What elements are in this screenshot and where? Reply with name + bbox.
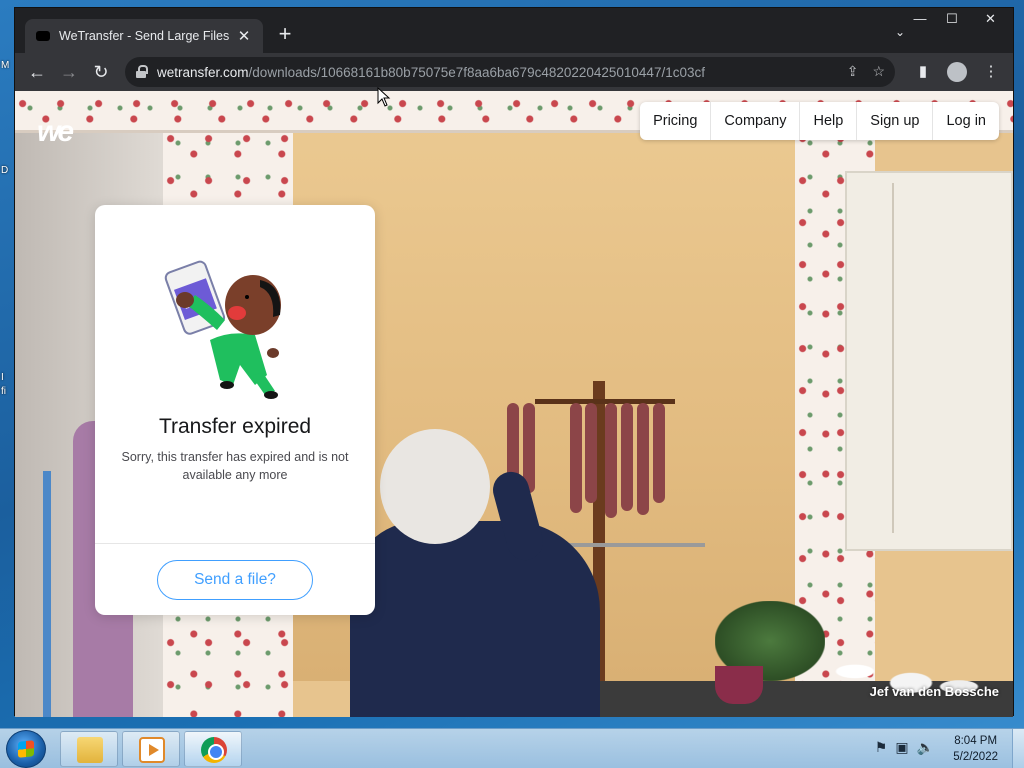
system-tray: ⚑ ▣ 🔈 [875, 739, 934, 756]
clock-time: 8:04 PM [954, 735, 998, 747]
desktop-icon-label[interactable]: D [1, 165, 8, 176]
menu-kebab-icon[interactable]: ⋮ [977, 57, 1005, 87]
taskbar-media-player[interactable] [122, 731, 180, 767]
card-divider [95, 543, 375, 544]
show-desktop-button[interactable] [1012, 729, 1024, 768]
nav-pricing-link[interactable]: Pricing [640, 102, 710, 140]
chrome-icon [201, 737, 227, 763]
new-tab-button[interactable]: + [273, 22, 297, 46]
tab-wetransfer[interactable]: WeTransfer - Send Large Files & Sh ✕ [25, 19, 263, 53]
tab-title: WeTransfer - Send Large Files & Sh [59, 29, 229, 43]
wetransfer-logo[interactable]: we [37, 115, 74, 149]
toolbar-actions: ▮ ⋮ [909, 57, 1005, 87]
back-button[interactable]: ← [21, 56, 53, 88]
forward-button[interactable]: → [53, 56, 85, 88]
profile-avatar-icon[interactable] [947, 62, 967, 82]
minimize-button[interactable]: — [904, 8, 936, 30]
nav-company-link[interactable]: Company [710, 102, 799, 140]
flag-icon[interactable]: ⚑ [875, 739, 888, 756]
media-player-icon [139, 737, 165, 763]
card-title: Transfer expired [158, 415, 312, 438]
card-message: Sorry, this transfer has expired and is … [121, 450, 349, 482]
tab-close-icon[interactable]: ✕ [235, 27, 253, 45]
omnibox-actions: ⇪ ☆ [847, 63, 885, 80]
taskbar-chrome[interactable] [184, 731, 242, 767]
desktop-icon-label[interactable]: I [1, 372, 4, 383]
desktop-icon-label[interactable]: fi [1, 386, 6, 397]
start-button[interactable] [6, 730, 46, 768]
photo-credit[interactable]: Jef van den Bossche [870, 684, 999, 699]
desktop-icon-label[interactable]: M [1, 60, 9, 71]
close-window-button[interactable]: ✕ [968, 8, 1013, 30]
network-icon[interactable]: ▣ [895, 739, 908, 756]
tab-strip: WeTransfer - Send Large Files & Sh ✕ + ⌄… [15, 8, 1013, 53]
url-host: wetransfer.com [157, 64, 249, 80]
page-viewport: we Pricing Company Help Sign up Log in b… [15, 91, 1013, 717]
url-text[interactable]: wetransfer.com/downloads/10668161b80b750… [157, 65, 705, 80]
clock-date: 5/2/2022 [953, 751, 998, 763]
maximize-button[interactable]: ☐ [936, 8, 968, 30]
nav-help-link[interactable]: Help [799, 102, 856, 140]
taskbar: ⚑ ▣ 🔈 8:04 PM 5/2/2022 [0, 728, 1024, 768]
top-navigation: Pricing Company Help Sign up Log in [640, 102, 999, 140]
volume-icon[interactable]: 🔈 [917, 739, 934, 756]
bookmark-star-icon[interactable]: ☆ [872, 63, 885, 80]
clock[interactable]: 8:04 PM 5/2/2022 [953, 733, 998, 765]
side-panel-icon[interactable]: ▮ [909, 57, 937, 87]
browser-window: WeTransfer - Send Large Files & Sh ✕ + ⌄… [14, 7, 1014, 717]
transfer-expired-card: bib Transfer expired Sorry, this transfe… [95, 205, 375, 615]
share-icon[interactable]: ⇪ [847, 63, 859, 80]
lock-icon[interactable] [135, 65, 149, 79]
address-bar[interactable]: wetransfer.com/downloads/10668161b80b750… [125, 57, 895, 87]
folder-icon [77, 737, 103, 763]
window-controls: — ☐ ✕ [904, 8, 1013, 30]
url-path: /downloads/10668161b80b75075e7f8aa6ba679… [248, 64, 705, 80]
send-a-file-button[interactable]: Send a file? [157, 560, 313, 600]
expired-illustration-icon: bib [164, 260, 281, 399]
browser-toolbar: ← → ↻ wetransfer.com/downloads/10668161b… [15, 53, 1013, 91]
taskbar-file-explorer[interactable] [60, 731, 118, 767]
nav-login-link[interactable]: Log in [932, 102, 999, 140]
nav-signup-link[interactable]: Sign up [856, 102, 932, 140]
reload-button[interactable]: ↻ [85, 56, 117, 88]
wetransfer-favicon-icon [35, 28, 51, 44]
